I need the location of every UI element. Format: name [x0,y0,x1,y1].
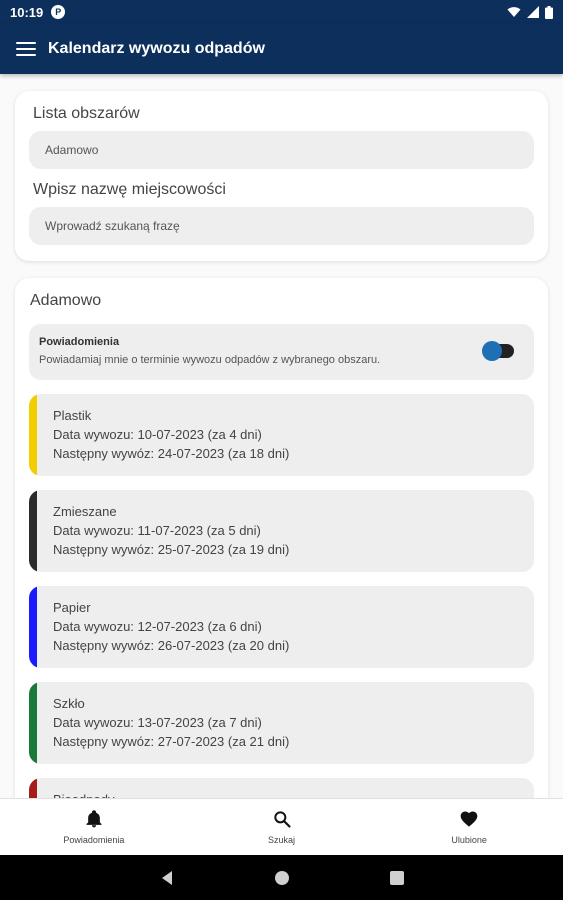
next-pickup-date: Następny wywóz: 26-07-2023 (za 20 dni) [53,638,290,653]
notifications-description: Powiadamiaj mnie o terminie wywozu odpad… [39,354,381,366]
bell-icon [86,810,102,828]
nav-favorites-label: Ulubione [451,835,487,845]
pickup-date: Data wywozu: 13-07-2023 (za 7 dni) [53,715,262,730]
search-icon [273,811,291,828]
next-pickup-date: Następny wywóz: 25-07-2023 (za 19 dni) [53,542,290,557]
town-search-input[interactable]: Wprowadź szukaną frazę [29,207,534,245]
waste-color-stripe [29,778,37,798]
pickup-date: Data wywozu: 12-07-2023 (za 6 dni) [53,619,262,634]
search-card: Lista obszarów Adamowo Wpisz nazwę miejs… [15,91,548,261]
app-notification-icon: P [51,5,66,19]
pickup-date: Data wywozu: 10-07-2023 (za 4 dni) [53,427,262,442]
app-title: Kalendarz wywozu odpadów [48,40,265,57]
notifications-panel: Powiadomienia Powiadamiaj mnie o termini… [29,324,534,380]
next-pickup-date: Następny wywóz: 27-07-2023 (za 21 dni) [53,734,290,749]
waste-color-stripe [29,394,37,476]
waste-color-stripe [29,586,37,668]
nav-notifications-label: Powiadomienia [63,835,125,845]
waste-item[interactable]: Bioodpady [29,778,534,798]
wifi-icon [507,7,521,17]
battery-icon [545,5,553,19]
waste-item[interactable]: Papier Data wywozu: 12-07-2023 (za 6 dni)… [29,586,534,668]
next-pickup-date: Następny wywóz: 24-07-2023 (za 18 dni) [53,446,290,461]
waste-item[interactable]: Szkło Data wywozu: 13-07-2023 (za 7 dni) N… [29,682,534,764]
waste-item[interactable]: Plastik Data wywozu: 10-07-2023 (za 4 dni… [29,394,534,476]
waste-list: Plastik Data wywozu: 10-07-2023 (za 4 dni… [29,394,534,798]
back-button[interactable] [160,870,174,886]
recents-icon [389,870,404,885]
back-icon [161,870,172,885]
home-button[interactable] [274,870,290,886]
areas-label: Lista obszarów [33,105,140,122]
waste-name: Zmieszane [53,504,117,519]
area-select[interactable]: Adamowo [29,131,534,169]
status-time: 10:19 [10,4,44,20]
waste-item[interactable]: Zmieszane Data wywozu: 11-07-2023 (za 5 d… [29,490,534,572]
menu-icon[interactable] [16,42,36,56]
bottom-navigation: Powiadomienia Szukaj Ulubione [0,798,563,855]
nav-favorites[interactable]: Ulubione [375,799,563,855]
area-card: Adamowo Powiadomienia Powiadamiaj mnie o… [15,278,548,798]
signal-icon [527,6,539,18]
recents-button[interactable] [389,870,404,885]
pickup-date: Data wywozu: 11-07-2023 (za 5 dni) [53,523,261,538]
nav-search-label: Szukaj [268,835,296,845]
area-title: Adamowo [30,292,102,309]
status-bar: 10:19 P [0,0,563,24]
nav-search[interactable]: Szukaj [188,799,376,855]
app-bar: Kalendarz wywozu odpadów [0,24,563,74]
status-indicators [507,5,553,19]
town-label: Wpisz nazwę miejscowości [33,181,226,198]
home-icon [274,870,289,885]
nav-notifications[interactable]: Powiadomienia [0,799,188,855]
main-content[interactable]: Lista obszarów Adamowo Wpisz nazwę miejs… [0,74,563,798]
heart-icon [460,811,478,827]
notifications-title: Powiadomienia [39,336,120,348]
waste-name: Szkło [53,696,85,711]
waste-color-stripe [29,490,37,572]
waste-name: Plastik [53,408,92,423]
system-navigation-bar [0,855,563,900]
notifications-toggle[interactable] [482,341,514,361]
waste-name: Papier [53,600,91,615]
waste-color-stripe [29,682,37,764]
